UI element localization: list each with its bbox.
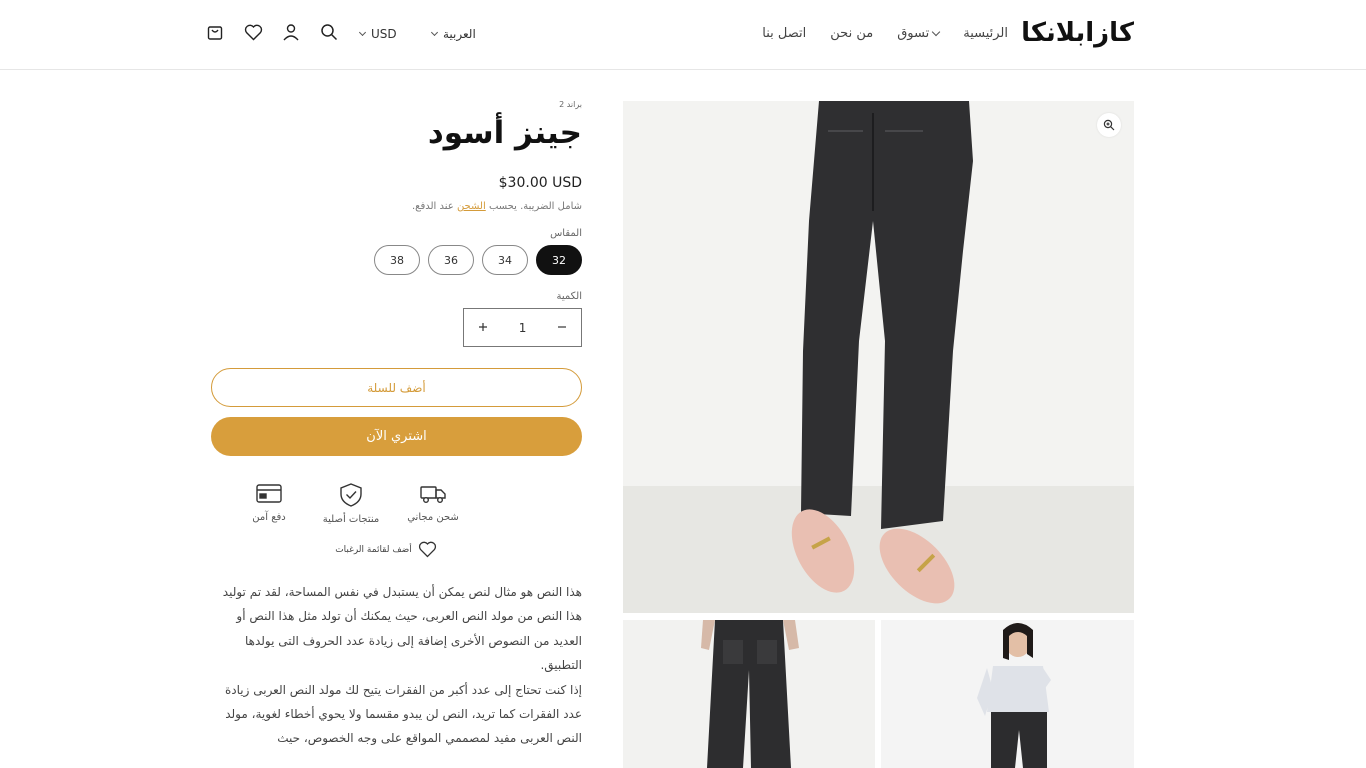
feature-free-shipping: شحن مجاني bbox=[403, 482, 463, 525]
cart-icon[interactable] bbox=[205, 22, 225, 42]
tax-note: شامل الضريبة. يحسب الشحن عند الدفع. bbox=[210, 201, 582, 212]
nav-item-home[interactable]: الرئيسية bbox=[963, 26, 1008, 41]
feature-original-products: منتجات أصلية bbox=[321, 482, 381, 525]
product-thumbnail-back[interactable] bbox=[623, 620, 875, 768]
product-info: براند 2 جينز أسود $30.00 USD شامل الضريب… bbox=[210, 96, 582, 751]
site-logo[interactable]: كازابلانكا bbox=[1021, 18, 1134, 48]
site-header: كازابلانكا الرئيسية تسوق من نحن اتصل بنا… bbox=[0, 0, 1366, 70]
account-icon[interactable] bbox=[281, 22, 301, 42]
header-tools bbox=[205, 22, 339, 42]
product-description: هذا النص هو مثال لنص يمكن أن يستبدل في ن… bbox=[210, 580, 582, 751]
description-paragraph: هذا النص هو مثال لنص يمكن أن يستبدل في ن… bbox=[222, 585, 582, 673]
size-option-34[interactable]: 34 bbox=[482, 245, 528, 275]
description-paragraph: إذا كنت تحتاج إلى عدد أكبر من الفقرات يت… bbox=[224, 682, 582, 746]
language-selector[interactable]: العربية bbox=[430, 27, 476, 41]
currency-label: USD bbox=[371, 27, 397, 41]
product-title: جينز أسود bbox=[427, 115, 582, 151]
product-brand: براند 2 bbox=[559, 100, 582, 109]
buy-now-button[interactable]: اشتري الآن bbox=[211, 417, 582, 456]
quantity-decrease-button[interactable] bbox=[557, 321, 567, 335]
chevron-down-icon bbox=[430, 28, 439, 37]
zoom-icon[interactable] bbox=[1097, 113, 1121, 137]
wishlist-heart-icon[interactable] bbox=[243, 22, 263, 42]
product-price: $30.00 USD bbox=[498, 175, 582, 191]
chevron-down-icon bbox=[358, 28, 367, 37]
quantity-value[interactable]: 1 bbox=[519, 321, 527, 335]
tax-note-text: شامل الضريبة. يحسب bbox=[485, 201, 582, 212]
shield-check-icon bbox=[340, 483, 362, 507]
nav-item-shop[interactable]: تسوق bbox=[897, 26, 941, 41]
product-main-image[interactable] bbox=[623, 101, 1134, 613]
feature-label: شحن مجاني bbox=[407, 512, 459, 523]
heart-icon bbox=[418, 541, 436, 558]
credit-card-icon bbox=[256, 484, 282, 503]
wishlist-label: أضف لقائمة الرغبات bbox=[335, 544, 412, 555]
nav-label: الرئيسية bbox=[963, 26, 1008, 41]
nav-item-about[interactable]: من نحن bbox=[830, 26, 873, 41]
language-label: العربية bbox=[443, 27, 476, 41]
nav-item-contact[interactable]: اتصل بنا bbox=[762, 26, 806, 41]
product-features: شحن مجاني منتجات أصلية دفع آمن bbox=[210, 482, 582, 525]
tax-note-text: عند الدفع. bbox=[411, 201, 457, 212]
chevron-down-icon bbox=[931, 27, 941, 37]
product-thumbnail-model[interactable] bbox=[881, 620, 1134, 768]
nav-label: تسوق bbox=[897, 26, 930, 41]
size-label: المقاس bbox=[550, 228, 582, 239]
feature-secure-payment: دفع آمن bbox=[239, 482, 299, 525]
search-icon[interactable] bbox=[319, 22, 339, 42]
size-option-36[interactable]: 36 bbox=[428, 245, 474, 275]
truck-icon bbox=[420, 486, 446, 503]
nav-label: اتصل بنا bbox=[762, 26, 807, 41]
size-option-38[interactable]: 38 bbox=[374, 245, 420, 275]
size-options: 32 34 36 38 bbox=[210, 245, 582, 275]
quantity-stepper: 1 bbox=[463, 308, 582, 347]
main-nav: الرئيسية تسوق من نحن اتصل بنا bbox=[762, 26, 1008, 41]
size-option-32[interactable]: 32 bbox=[536, 245, 582, 275]
add-to-wishlist-link[interactable]: أضف لقائمة الرغبات bbox=[210, 541, 582, 558]
nav-label: من نحن bbox=[830, 26, 874, 41]
shipping-link[interactable]: الشحن bbox=[457, 201, 486, 212]
quantity-label: الكمية bbox=[556, 291, 582, 302]
add-to-cart-button[interactable]: أضف للسلة bbox=[211, 368, 582, 407]
quantity-increase-button[interactable] bbox=[478, 321, 488, 335]
currency-selector[interactable]: USD bbox=[358, 27, 397, 41]
feature-label: دفع آمن bbox=[252, 512, 286, 523]
feature-label: منتجات أصلية bbox=[322, 514, 380, 525]
